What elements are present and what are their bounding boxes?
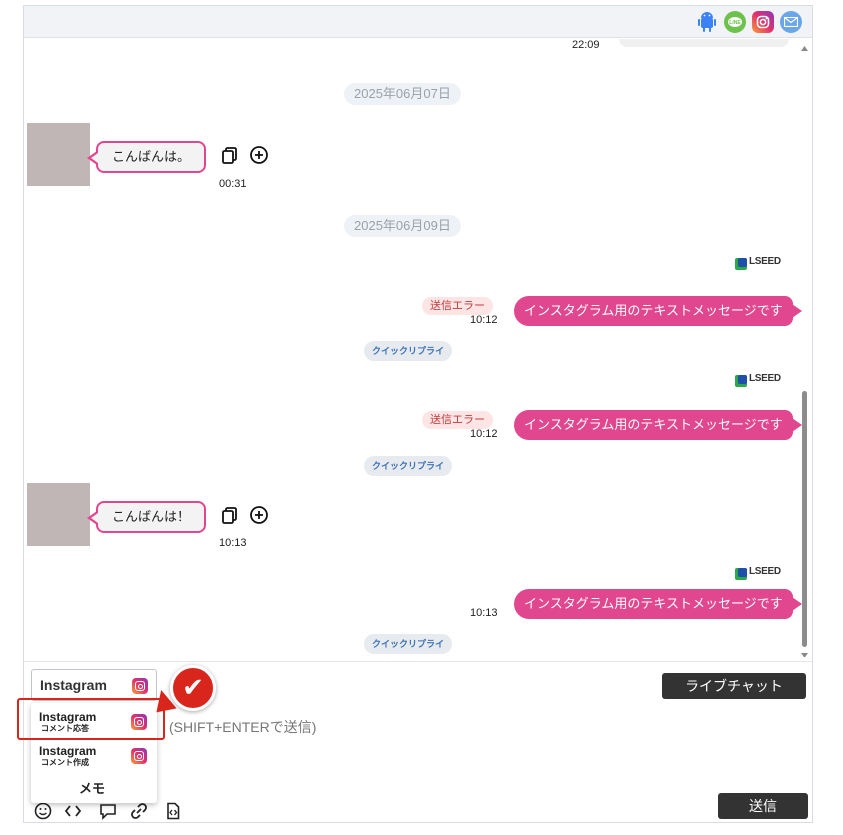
check-callout-badge: ✔ (170, 665, 216, 711)
highlight-box (17, 698, 165, 740)
send-button[interactable]: 送信 (718, 793, 808, 819)
dropdown-item-title: Instagram (39, 744, 97, 758)
dropdown-item-title: メモ (79, 782, 106, 797)
outgoing-message-bubble: インスタグラム用のテキストメッセージです (514, 296, 802, 326)
instagram-icon (131, 748, 147, 764)
code-icon[interactable] (64, 802, 82, 820)
quick-reply-badge[interactable]: クイックリプライ (364, 634, 453, 654)
lseed-logo: LSEED (735, 372, 781, 387)
instagram-icon (132, 678, 148, 694)
link-icon[interactable] (130, 802, 148, 820)
incoming-message-bubble: こんばんは。 (86, 141, 207, 173)
comment-icon[interactable] (99, 802, 117, 820)
mail-icon[interactable] (780, 11, 802, 33)
lseed-logo-text: LSEED (749, 372, 781, 384)
message-time: 00:31 (219, 178, 247, 190)
svg-text:LINE: LINE (729, 20, 741, 26)
message-time: 10:12 (470, 428, 498, 440)
message-time: 10:13 (219, 537, 247, 549)
copy-icon[interactable] (220, 505, 240, 525)
date-separator: 2025年06月07日 (344, 83, 461, 105)
copy-icon[interactable] (220, 145, 240, 165)
lseed-logo-text: LSEED (749, 565, 781, 577)
lseed-logo: LSEED (735, 255, 781, 270)
outgoing-message-bubble: インスタグラム用のテキストメッセージです (514, 410, 802, 440)
quick-reply-badge[interactable]: クイックリプライ (364, 456, 453, 476)
dropdown-item-memo[interactable]: メモ (31, 771, 157, 801)
channel-select-label: Instagram (40, 677, 107, 693)
incoming-message-bubble: こんばんは！ (86, 501, 207, 533)
emoji-icon[interactable] (34, 802, 52, 820)
add-circle-icon[interactable] (249, 505, 269, 525)
livechat-button[interactable]: ライブチャット (662, 673, 806, 699)
channel-icon-bar: LINE (24, 6, 812, 38)
instagram-icon[interactable] (752, 11, 774, 33)
message-time: 22:09 (572, 39, 600, 51)
add-circle-icon[interactable] (249, 145, 269, 165)
line-icon[interactable]: LINE (724, 11, 746, 33)
avatar[interactable] (27, 483, 90, 546)
avatar[interactable] (27, 123, 90, 186)
lseed-logo-text: LSEED (749, 255, 781, 267)
check-icon: ✔ (182, 673, 204, 703)
message-time: 10:13 (470, 607, 498, 619)
message-time: 10:12 (470, 314, 498, 326)
chat-scrollbar[interactable] (800, 43, 809, 658)
android-icon[interactable] (696, 11, 718, 33)
send-error-badge: 送信エラー (422, 297, 493, 315)
send-error-badge: 送信エラー (422, 411, 493, 429)
message-input[interactable]: (SHIFT+ENTERで送信) (169, 717, 316, 737)
message-list[interactable]: 22:09 2025年06月07日 こんばんは。 00:31 2025年06月0… (24, 39, 812, 661)
template-icon[interactable] (164, 802, 182, 820)
lseed-logo: LSEED (735, 565, 781, 580)
quick-reply-badge[interactable]: クイックリプライ (364, 341, 453, 361)
outgoing-message-bubble: インスタグラム用のテキストメッセージです (514, 589, 802, 619)
channel-select[interactable]: Instagram (31, 669, 157, 701)
dropdown-item-subtitle: コメント作成 (41, 758, 89, 767)
message-composer: Instagram ライブチャット (SHIFT+ENTERで送信) 送信 In… (24, 661, 812, 822)
partial-message-bubble (619, 39, 789, 47)
date-separator: 2025年06月09日 (344, 215, 461, 237)
dropdown-item-instagram-comment-create[interactable]: Instagram コメント作成 (31, 739, 157, 773)
